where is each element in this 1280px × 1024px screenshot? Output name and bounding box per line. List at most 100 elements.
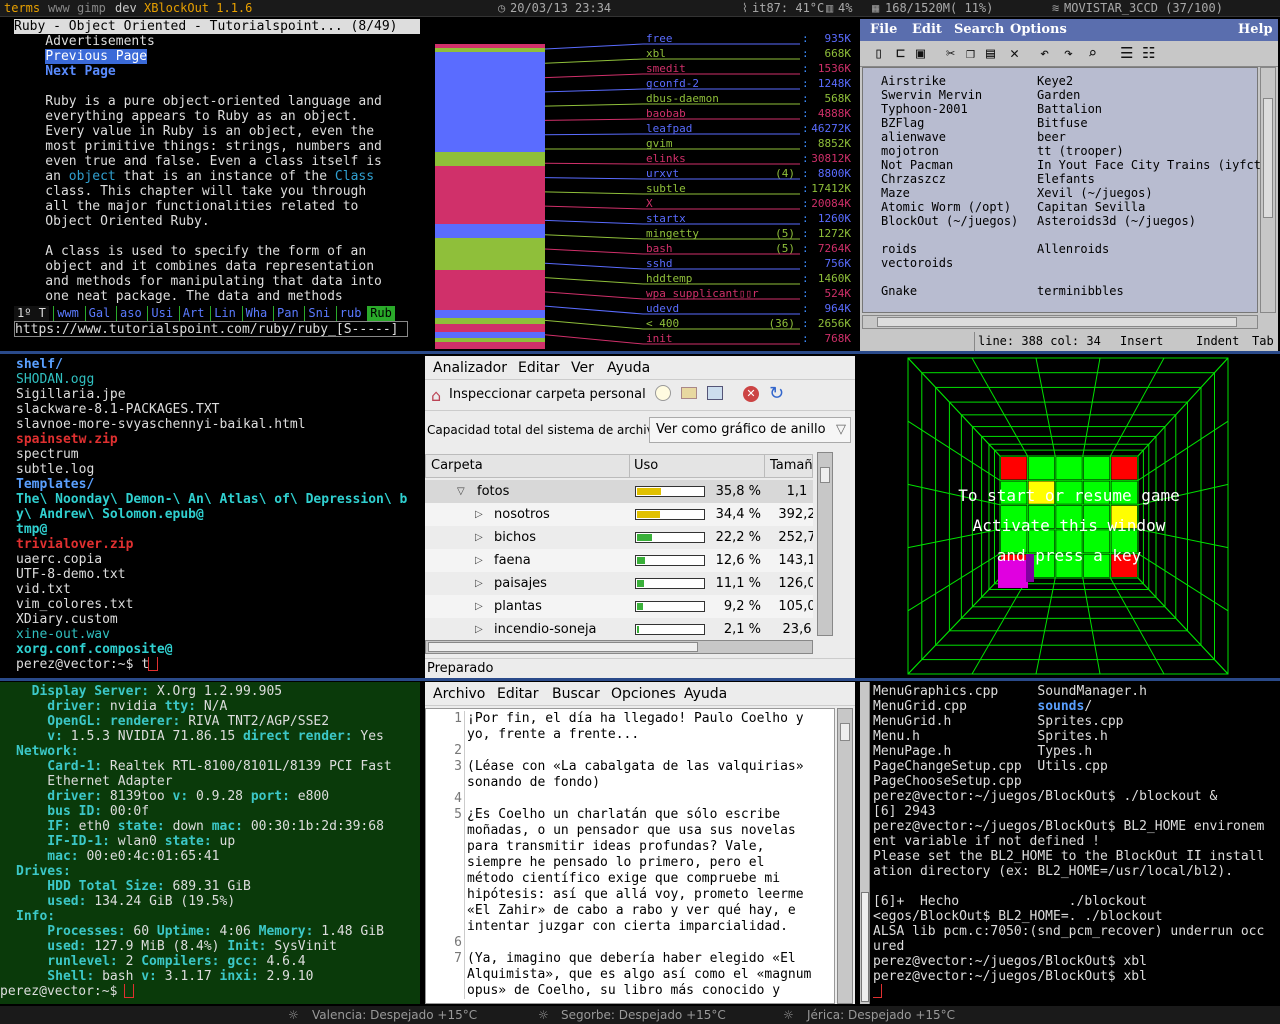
scroll-thumb[interactable] xyxy=(861,892,869,1002)
blockout-terminal[interactable]: MenuGraphics.cpp SoundManager.h MenuGrid.… xyxy=(860,682,1278,1004)
browser-tab[interactable]: Sni xyxy=(304,306,333,321)
scroll-thumb[interactable] xyxy=(428,642,698,652)
browser-tab[interactable]: rub xyxy=(335,306,365,321)
table-row[interactable]: ▷ bichos 22,2 % 252,7 xyxy=(425,526,813,549)
object-link[interactable]: object xyxy=(69,169,116,184)
browser-tab[interactable]: aso xyxy=(116,306,145,321)
find-icon[interactable]: ⌕ xyxy=(1088,44,1097,62)
workspace-www[interactable]: www xyxy=(48,0,70,17)
cut-icon[interactable]: ✂ xyxy=(946,44,955,62)
table-row[interactable]: ▽ fotos 35,8 % 1,1 xyxy=(425,480,813,503)
system-info-terminal[interactable]: Display Server: X.Org 1.2.99.905 driver:… xyxy=(0,682,420,1004)
open-file-icon[interactable]: ⊏ xyxy=(896,44,905,62)
copy-icon[interactable]: ❐ xyxy=(966,44,975,62)
shell-prompt[interactable] xyxy=(873,984,1277,999)
paste-icon[interactable]: ▤ xyxy=(986,44,995,62)
leafpad-vscrollbar[interactable] xyxy=(837,708,853,1004)
class-link[interactable]: Class xyxy=(335,169,374,184)
tree-hscrollbar[interactable] xyxy=(425,640,813,654)
scan-filesystem-icon[interactable] xyxy=(655,385,671,401)
shell-prompt[interactable]: perez@vector:~$ t xyxy=(16,657,420,672)
column-size[interactable]: Tamañ xyxy=(770,455,813,477)
browser-tab[interactable]: Rub xyxy=(367,306,395,321)
refresh-icon[interactable]: ↻ xyxy=(769,383,784,404)
save-icon[interactable]: ▣ xyxy=(916,44,925,62)
tree-vscrollbar[interactable] xyxy=(817,452,833,636)
scroll-thumb[interactable] xyxy=(840,723,850,741)
nedit-text-area[interactable]: Airstrike Swervin Mervin Typhoon-2001 BZFla… xyxy=(862,67,1261,313)
workspace-dev[interactable]: dev xyxy=(115,0,137,17)
menu-search[interactable]: Search xyxy=(954,19,1004,41)
folder-name: faena xyxy=(494,553,531,568)
table-row[interactable]: ▷ nosotros 34,4 % 392,2 xyxy=(425,503,813,526)
disk-usage-analyzer[interactable]: Analizador Editar Ver Ayuda ⌂ Inspeccion… xyxy=(425,356,855,678)
table-row[interactable]: ▷ plantas 9,2 % 105,0 xyxy=(425,595,813,618)
menu-buscar[interactable]: Buscar xyxy=(552,682,600,706)
workspace-gimp[interactable]: gimp xyxy=(77,0,106,17)
blockout-game-window[interactable]: To start or resume game Activate this wi… xyxy=(860,356,1278,678)
previous-page-link[interactable]: Previous Page xyxy=(45,49,148,64)
menu-help[interactable]: Help xyxy=(1238,19,1273,41)
indent-icon[interactable]: ☰ xyxy=(1120,44,1133,62)
stop-icon[interactable]: ✕ xyxy=(743,386,759,402)
memory-tree-window[interactable]: free:935K xbl:668K smedit:1536K gconfd-2:12… xyxy=(425,19,855,349)
browser-tab[interactable]: Gal xyxy=(84,306,114,321)
remote-folder-icon[interactable] xyxy=(707,386,723,400)
folder-icon[interactable] xyxy=(681,387,697,399)
shell-prompt[interactable]: perez@vector:~$ xyxy=(0,984,420,999)
table-row[interactable]: ▷ paisajes 11,1 % 126,0 xyxy=(425,572,813,595)
proc-connector xyxy=(544,43,644,50)
table-row[interactable]: ▷ faena 12,6 % 143,1 xyxy=(425,549,813,572)
expander-closed-icon[interactable]: ▷ xyxy=(475,526,483,549)
undo-icon[interactable]: ↶ xyxy=(1040,44,1049,62)
scroll-thumb[interactable] xyxy=(1263,98,1273,218)
scroll-thumb[interactable] xyxy=(877,317,1237,327)
nedit-window[interactable]: File Edit Search Options Help ▯ ⊏ ▣ ✂ ❐ ▤ ✕ ↶ ↷ ⌕… xyxy=(860,19,1278,351)
menu-ayuda[interactable]: Ayuda xyxy=(607,356,650,380)
table-row[interactable]: ▷ incendio-soneja 2,1 % 23,6 xyxy=(425,618,813,638)
expander-closed-icon[interactable]: ▷ xyxy=(475,595,483,618)
nedit-hscrollbar[interactable] xyxy=(862,315,1258,329)
proc-separator: : xyxy=(802,332,809,345)
expander-closed-icon[interactable]: ▷ xyxy=(475,618,483,638)
menu-options[interactable]: Options xyxy=(1010,19,1067,41)
workspace-terms[interactable]: terms xyxy=(4,0,40,17)
browser-tab[interactable]: Usi xyxy=(147,306,176,321)
leafpad-window[interactable]: Archivo Editar Buscar Opciones Ayuda 1 ¡P… xyxy=(425,682,855,1004)
column-uso[interactable]: Uso xyxy=(634,455,658,477)
menu-editar[interactable]: Editar xyxy=(497,682,538,706)
redo-icon[interactable]: ↷ xyxy=(1064,44,1073,62)
scroll-thumb[interactable] xyxy=(820,467,830,483)
browser-tab[interactable]: Art xyxy=(178,306,208,321)
menu-editar[interactable]: Editar xyxy=(518,356,559,380)
menu-opciones[interactable]: Opciones xyxy=(611,682,676,706)
menu-ver[interactable]: Ver xyxy=(571,356,594,380)
browser-tab[interactable]: wwm xyxy=(53,306,82,321)
delete-icon[interactable]: ✕ xyxy=(1010,44,1019,62)
expander-closed-icon[interactable]: ▷ xyxy=(475,503,483,526)
browser-tab[interactable]: 1º T xyxy=(14,306,49,321)
browser-tab[interactable]: Lin xyxy=(210,306,239,321)
nedit-vscrollbar[interactable] xyxy=(1260,67,1276,313)
proc-size: 524K xyxy=(825,287,852,300)
text-browser-window[interactable]: Ruby - Object Oriented - Tutorialspoint.… xyxy=(14,19,420,339)
browser-tab[interactable]: Wha xyxy=(241,306,271,321)
terminal-scrollbar[interactable] xyxy=(860,682,870,1004)
view-mode-select[interactable]: Ver como gráfico de anillo ▽ xyxy=(649,417,851,443)
browser-tab[interactable]: Pan xyxy=(273,306,302,321)
file-list-terminal[interactable]: shelf/SHODAN.ogg Sigillaria.jpe slackware-… xyxy=(14,356,420,674)
new-file-icon[interactable]: ▯ xyxy=(874,44,883,62)
leafpad-text-area[interactable]: 1 ¡Por fin, el día ha llegado! Paulo Coel… xyxy=(425,708,835,1004)
menu-file[interactable]: File xyxy=(870,19,897,41)
menu-edit[interactable]: Edit xyxy=(912,19,942,41)
unindent-icon[interactable]: ☷ xyxy=(1142,44,1155,62)
expander-closed-icon[interactable]: ▷ xyxy=(475,572,483,595)
expander-open-icon[interactable]: ▽ xyxy=(457,480,465,503)
expander-closed-icon[interactable]: ▷ xyxy=(475,549,483,572)
menu-archivo[interactable]: Archivo xyxy=(433,682,485,706)
column-carpeta[interactable]: Carpeta xyxy=(431,455,483,477)
menu-ayuda[interactable]: Ayuda xyxy=(684,682,727,706)
menu-analizador[interactable]: Analizador xyxy=(433,356,507,380)
url-field[interactable]: https://www.tutorialspoint.com/ruby/ruby… xyxy=(14,321,408,337)
scan-home-button[interactable]: Inspeccionar carpeta personal xyxy=(449,387,646,402)
